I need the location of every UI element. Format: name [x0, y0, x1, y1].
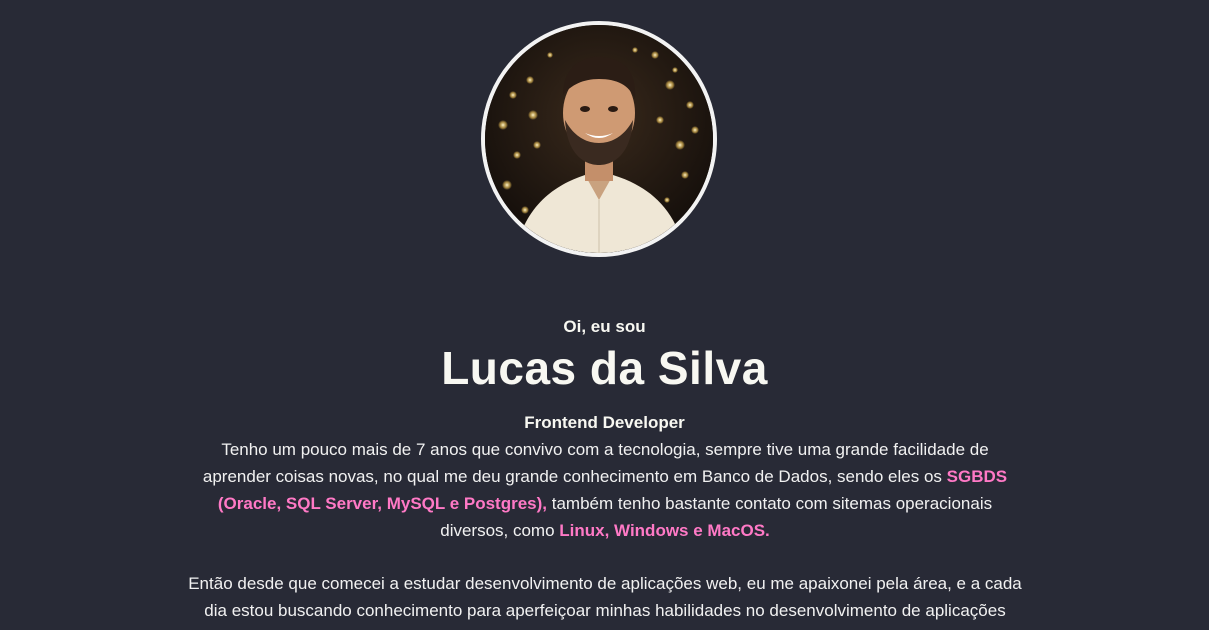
- profile-photo: [481, 21, 717, 257]
- profile-name: Lucas da Silva: [441, 342, 768, 394]
- bio-text: Tenho um pouco mais de 7 anos que conviv…: [202, 440, 989, 486]
- profile-role: Frontend Developer: [524, 413, 685, 432]
- bio-highlight-os: Linux, Windows e MacOS.: [559, 521, 770, 540]
- bio-paragraph-1: Tenho um pouco mais de 7 anos que conviv…: [195, 436, 1015, 544]
- bio-paragraph-2: Então desde que comecei a estudar desenv…: [188, 574, 1022, 620]
- greeting-text: Oi, eu sou: [563, 317, 646, 336]
- about-section: Oi, eu sou Lucas da Silva Frontend Devel…: [0, 0, 1209, 630]
- person-portrait-photo-icon: [485, 25, 713, 253]
